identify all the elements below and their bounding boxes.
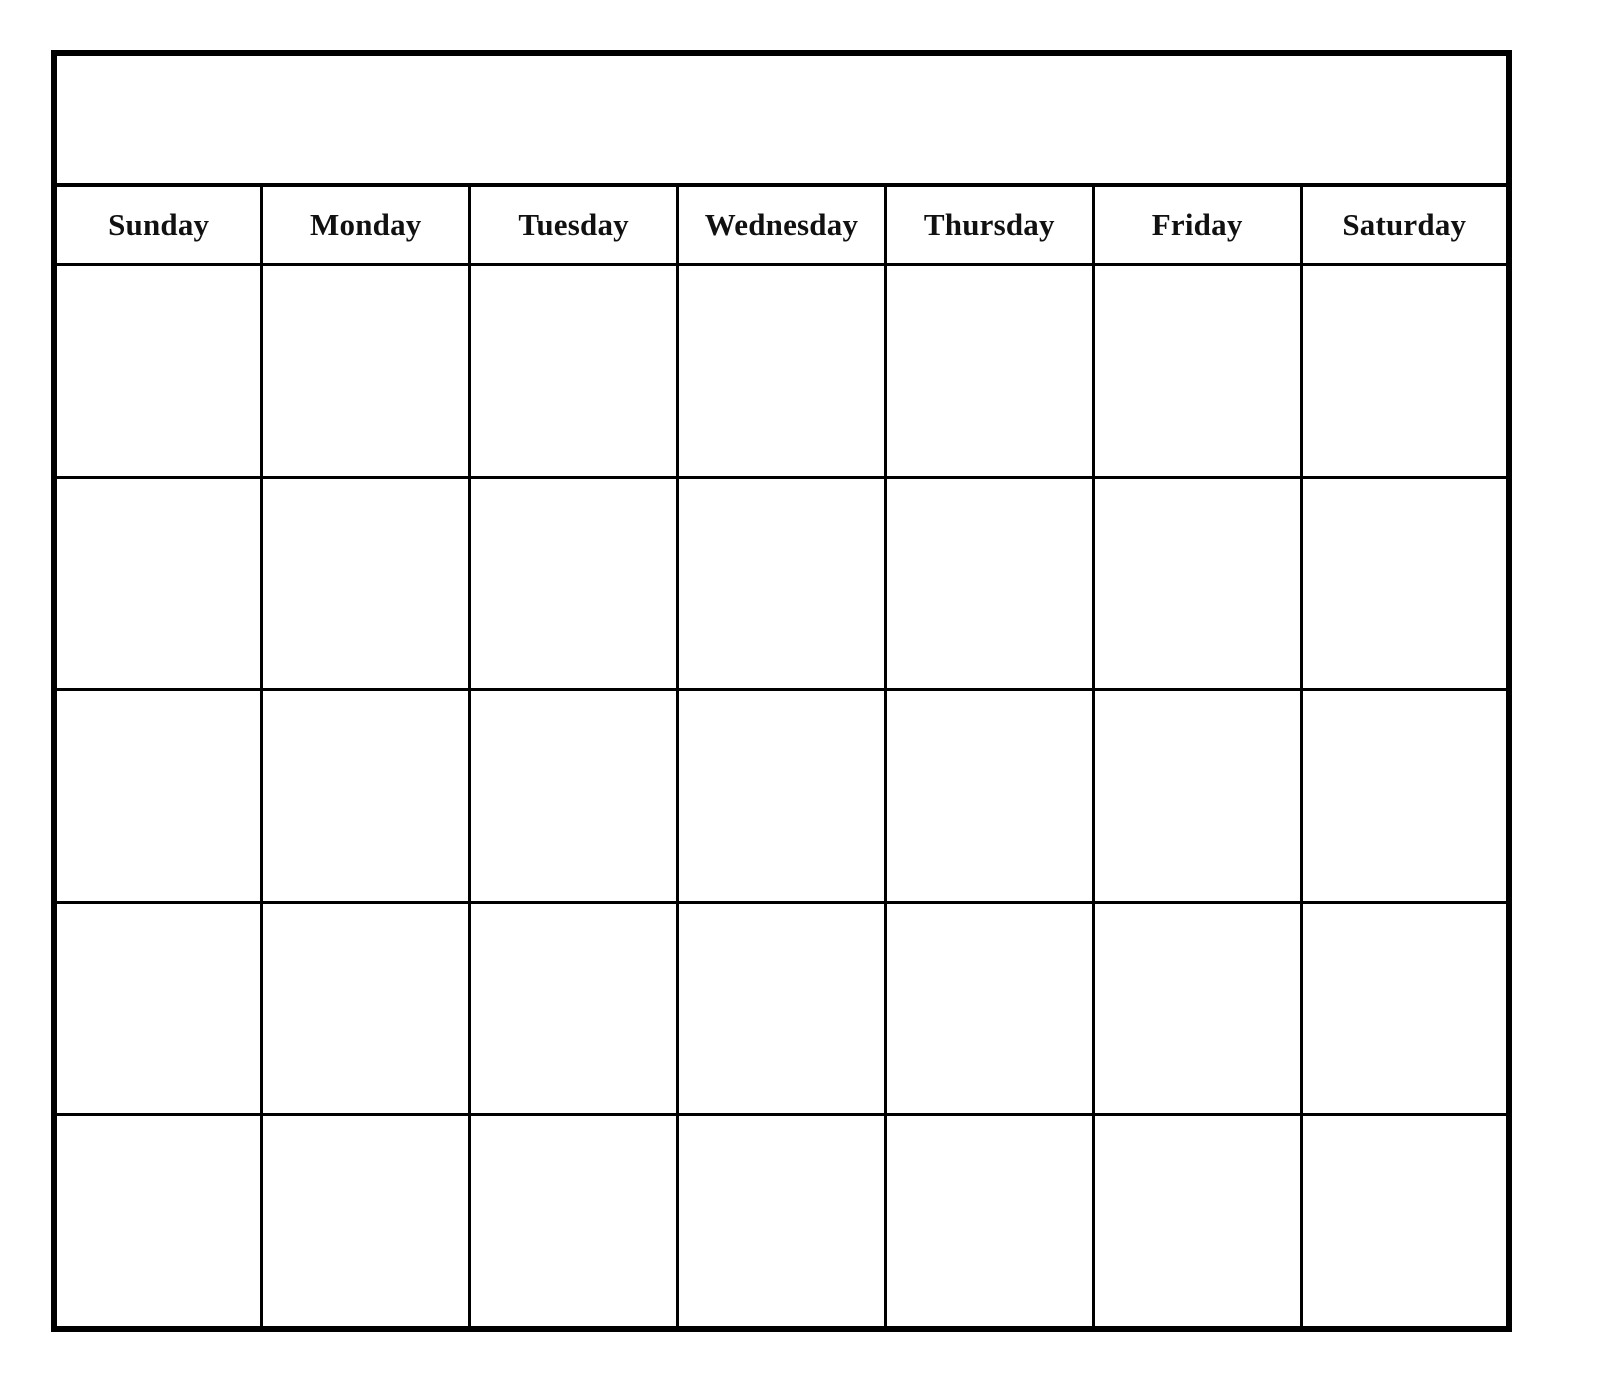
day-cell-text	[1303, 479, 1506, 486]
day-cell-text	[1303, 904, 1506, 911]
day-cell-text	[887, 691, 1092, 698]
calendar-week-row	[52, 1113, 1511, 1331]
day-cell[interactable]	[260, 900, 472, 1117]
day-cell-text	[57, 266, 260, 273]
day-cell[interactable]	[676, 475, 887, 692]
day-cell-text	[1095, 266, 1300, 273]
day-cell[interactable]	[676, 688, 887, 904]
dayname-header-saturday: Saturday	[1299, 183, 1511, 267]
day-cell-text	[1303, 266, 1506, 273]
day-cell-text	[471, 1116, 676, 1123]
day-cell[interactable]	[883, 900, 1095, 1117]
day-cell-text	[887, 479, 1092, 486]
day-cell-text	[887, 266, 1092, 273]
day-cell[interactable]	[883, 475, 1095, 692]
day-cell[interactable]	[676, 1113, 887, 1331]
calendar-dayname-row: Sunday Monday Tuesday Wednesday Thursday…	[52, 183, 1511, 267]
day-cell[interactable]	[260, 263, 472, 479]
dayname-label-wednesday: Wednesday	[704, 207, 859, 243]
day-cell-text	[679, 691, 884, 698]
day-cell-text	[57, 691, 260, 698]
day-cell[interactable]	[676, 263, 887, 479]
dayname-header-thursday: Thursday	[883, 183, 1095, 267]
day-cell[interactable]	[1299, 900, 1511, 1117]
day-cell-text	[263, 479, 468, 486]
dayname-label-monday: Monday	[310, 207, 422, 243]
day-cell-text	[263, 1116, 468, 1123]
day-cell[interactable]	[52, 1113, 264, 1331]
day-cell[interactable]	[676, 900, 887, 1117]
day-cell-text	[887, 1116, 1092, 1123]
day-cell-text	[1095, 691, 1300, 698]
calendar-week-row	[52, 688, 1511, 904]
day-cell-text	[1303, 691, 1506, 698]
dayname-label-tuesday: Tuesday	[518, 207, 629, 243]
day-cell[interactable]	[52, 475, 264, 692]
monthly-calendar-table: Sunday Monday Tuesday Wednesday Thursday…	[51, 50, 1512, 1332]
day-cell-text	[887, 904, 1092, 911]
day-cell-text	[471, 691, 676, 698]
day-cell[interactable]	[1091, 263, 1303, 479]
day-cell-text	[1095, 479, 1300, 486]
day-cell[interactable]	[883, 1113, 1095, 1331]
day-cell-text	[263, 691, 468, 698]
dayname-header-monday: Monday	[260, 183, 472, 267]
day-cell-text	[679, 1116, 884, 1123]
day-cell-text	[1095, 1116, 1300, 1123]
day-cell-text	[57, 1116, 260, 1123]
day-cell[interactable]	[52, 263, 264, 479]
day-cell[interactable]	[468, 1113, 680, 1331]
day-cell[interactable]	[1299, 688, 1511, 904]
day-cell[interactable]	[883, 688, 1095, 904]
calendar-week-row	[52, 263, 1511, 479]
day-cell[interactable]	[260, 1113, 472, 1331]
dayname-header-sunday: Sunday	[52, 183, 264, 267]
day-cell[interactable]	[1091, 900, 1303, 1117]
day-cell-text	[471, 904, 676, 911]
dayname-label-saturday: Saturday	[1342, 207, 1467, 243]
calendar-week-row	[52, 475, 1511, 692]
day-cell[interactable]	[260, 688, 472, 904]
day-cell-text	[471, 479, 676, 486]
day-cell-text	[263, 904, 468, 911]
day-cell[interactable]	[468, 900, 680, 1117]
day-cell[interactable]	[260, 475, 472, 692]
dayname-label-sunday: Sunday	[108, 207, 210, 243]
day-cell-text	[57, 904, 260, 911]
dayname-header-wednesday: Wednesday	[676, 183, 887, 267]
day-cell-text	[263, 266, 468, 273]
day-cell[interactable]	[52, 900, 264, 1117]
dayname-header-friday: Friday	[1091, 183, 1303, 267]
day-cell[interactable]	[1299, 475, 1511, 692]
day-cell-text	[1095, 904, 1300, 911]
day-cell[interactable]	[883, 263, 1095, 479]
day-cell-text	[1303, 1116, 1506, 1123]
day-cell[interactable]	[1299, 263, 1511, 479]
dayname-label-friday: Friday	[1151, 207, 1243, 243]
dayname-label-thursday: Thursday	[923, 207, 1055, 243]
day-cell[interactable]	[1299, 1113, 1511, 1331]
day-cell[interactable]	[1091, 475, 1303, 692]
day-cell[interactable]	[52, 688, 264, 904]
calendar-title-row	[54, 53, 1509, 188]
day-cell[interactable]	[468, 475, 680, 692]
day-cell-text	[471, 266, 676, 273]
day-cell[interactable]	[1091, 1113, 1303, 1331]
day-cell-text	[679, 266, 884, 273]
day-cell-text	[679, 479, 884, 486]
calendar-container: Sunday Monday Tuesday Wednesday Thursday…	[51, 50, 1512, 1332]
day-cell[interactable]	[1091, 688, 1303, 904]
calendar-week-row	[52, 900, 1511, 1117]
day-cell[interactable]	[468, 263, 680, 479]
day-cell-text	[679, 904, 884, 911]
day-cell-text	[57, 479, 260, 486]
dayname-header-tuesday: Tuesday	[468, 183, 680, 267]
day-cell[interactable]	[468, 688, 680, 904]
calendar-title-cell[interactable]	[54, 53, 1509, 188]
